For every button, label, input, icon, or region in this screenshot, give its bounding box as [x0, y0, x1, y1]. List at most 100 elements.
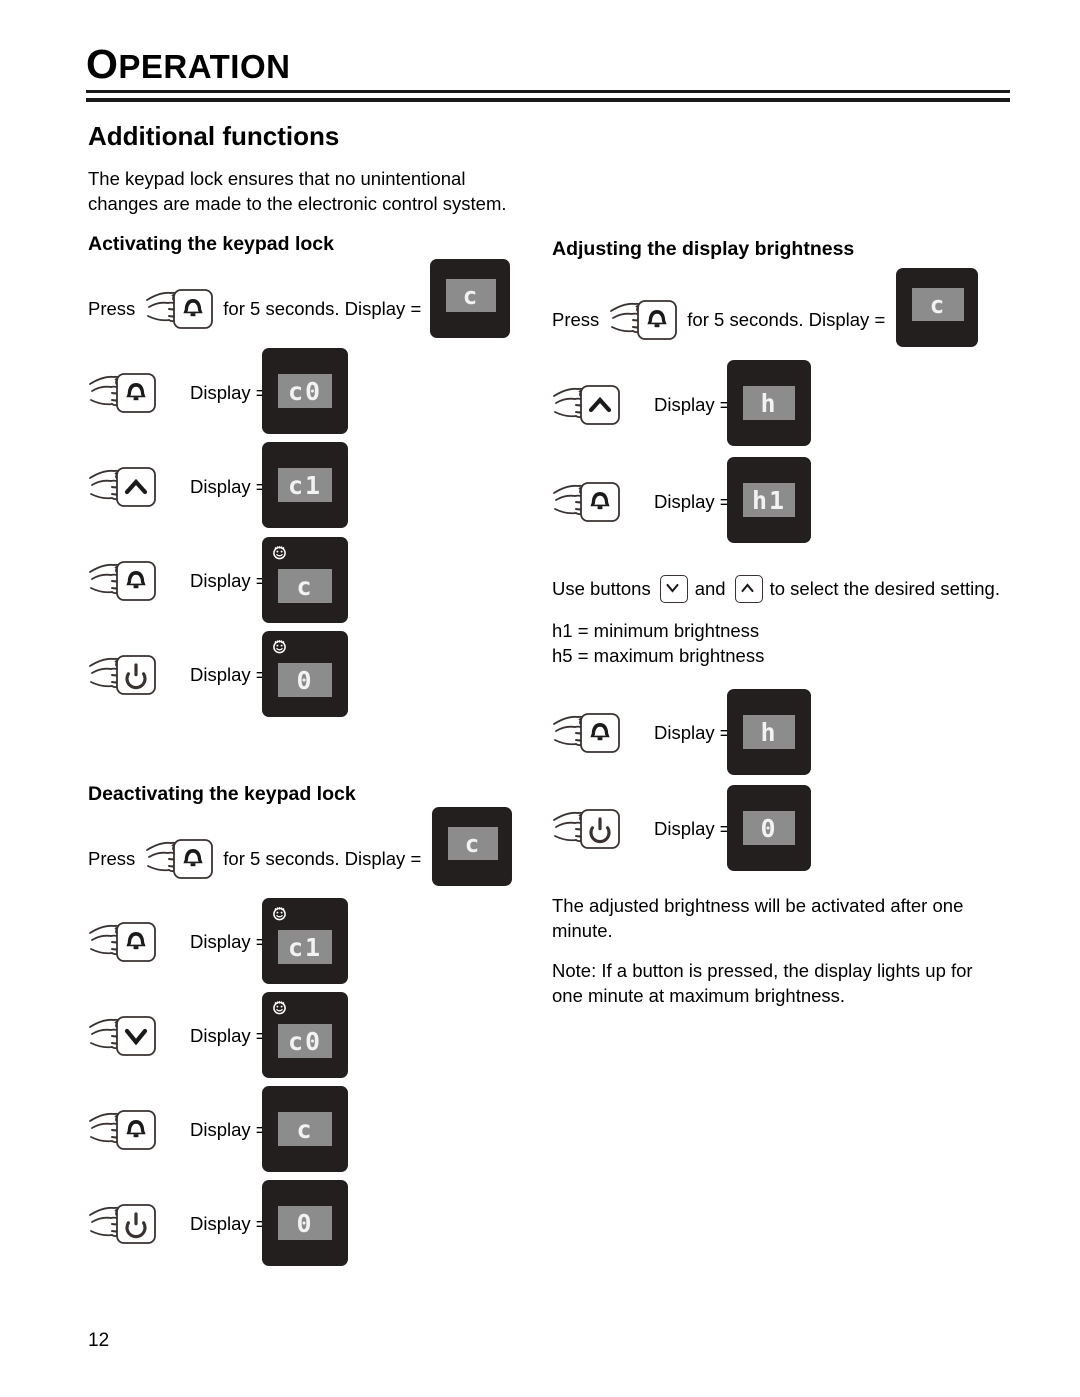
lcd-screen: c — [912, 288, 964, 321]
hand-press-chevron-up-icon[interactable] — [88, 464, 160, 510]
lcd-screen: h1 — [743, 483, 795, 517]
deactivating-press-row: Press for 5 seconds. Display = — [88, 836, 421, 882]
use-buttons-middle: and — [694, 577, 726, 599]
manual-page: OPERATION Additional functions The keypa… — [0, 0, 1080, 1397]
lcd-screen: c0 — [278, 374, 332, 408]
header-rule-bottom — [86, 98, 1010, 102]
activating-step-1: Display = — [88, 370, 267, 416]
lcd-value: c — [929, 290, 947, 319]
brightness-press-display: c — [896, 268, 978, 347]
hand-press-chevron-up-icon[interactable] — [552, 382, 624, 428]
hand-press-power-icon[interactable] — [552, 806, 624, 852]
brightness-step-2-display: h1 — [727, 457, 811, 543]
bell-icon — [89, 1110, 156, 1150]
step-label: Display = — [654, 722, 731, 743]
bell-icon — [553, 482, 620, 522]
deactivating-press-suffix: for 5 seconds. Display = — [223, 847, 422, 869]
brightness-step-1: Display = — [552, 382, 731, 428]
brightness-step-2: Display = — [552, 479, 731, 525]
chevron-down-icon — [89, 1016, 156, 1056]
step-label: Display = — [190, 931, 267, 952]
lcd-value: c1 — [287, 470, 323, 500]
deactivating-step-3-display: c — [262, 1086, 348, 1172]
activating-press-display: c — [430, 259, 510, 338]
activating-press-suffix: for 5 seconds. Display = — [223, 297, 422, 319]
lcd-value: c0 — [287, 1026, 323, 1056]
bell-icon — [146, 289, 214, 329]
hand-press-bell-icon[interactable] — [145, 836, 217, 882]
page-title: OPERATION — [86, 44, 290, 85]
lcd-value: c — [462, 281, 480, 310]
smiley-face-icon — [271, 638, 288, 655]
lcd-screen: c — [278, 1112, 332, 1146]
lcd-value: h — [760, 717, 778, 747]
hand-press-chevron-down-icon[interactable] — [88, 1013, 160, 1059]
hand-press-bell-icon[interactable] — [145, 286, 217, 332]
step-label: Display = — [190, 1025, 267, 1046]
step-label: Display = — [654, 491, 731, 512]
lcd-screen: c — [278, 569, 332, 603]
deactivating-step-1-display: c1 — [262, 898, 348, 984]
chevron-up-icon — [553, 385, 620, 425]
hand-press-power-icon[interactable] — [88, 1201, 160, 1247]
activating-step-1-display: c0 — [262, 348, 348, 434]
lcd-value: h — [760, 388, 778, 418]
brightness-step-4: Display = — [552, 806, 731, 852]
lcd-screen: c — [448, 827, 498, 860]
smiley-face-icon — [271, 544, 288, 561]
hand-press-bell-icon[interactable] — [88, 1107, 160, 1153]
bell-icon — [89, 373, 156, 413]
brightness-note-2: Note: If a button is pressed, the displa… — [552, 960, 973, 1006]
activating-press-prefix: Press — [88, 297, 136, 319]
header-rule-top — [86, 90, 1010, 93]
lcd-value: c — [296, 1114, 314, 1144]
lcd-value: h1 — [751, 485, 787, 515]
deactivating-press-display: c — [432, 807, 512, 886]
step-label: Display = — [190, 1213, 267, 1234]
hand-press-bell-icon[interactable] — [552, 479, 624, 525]
deactivating-step-2: Display = — [88, 1013, 267, 1059]
lcd-value: 0 — [760, 813, 778, 843]
page-title-first-letter: O — [86, 41, 119, 87]
bell-icon — [610, 300, 678, 340]
brightness-step-3: Display = — [552, 710, 731, 756]
chevron-up-key-button[interactable] — [734, 575, 763, 603]
use-buttons-row: Use buttons and to select the desired se… — [552, 575, 1000, 603]
chevron-up-icon — [89, 467, 156, 507]
smiley-face-icon — [271, 999, 288, 1016]
hand-press-bell-icon[interactable] — [88, 370, 160, 416]
activating-step-4: Display = — [88, 652, 267, 698]
brightness-note-1: The adjusted brightness will be activate… — [552, 895, 964, 941]
page-number: 12 — [88, 1330, 110, 1351]
smiley-face-icon — [271, 905, 288, 922]
brightness-press-suffix: for 5 seconds. Display = — [687, 308, 886, 330]
brightness-legend: h1 = minimum brightness h5 = maximum bri… — [552, 620, 765, 666]
hand-press-bell-icon[interactable] — [609, 297, 681, 343]
lcd-screen: c — [446, 279, 496, 312]
section-intro: The keypad lock ensures that no unintent… — [88, 168, 507, 214]
use-buttons-prefix: Use buttons — [552, 577, 651, 599]
step-label: Display = — [190, 1119, 267, 1140]
lcd-screen: h — [743, 386, 795, 420]
lcd-screen: c0 — [278, 1024, 332, 1058]
power-icon — [89, 1204, 156, 1244]
hand-press-bell-icon[interactable] — [88, 919, 160, 965]
brightness-heading: Adjusting the display brightness — [552, 238, 855, 260]
bell-icon — [553, 713, 620, 753]
deactivating-step-2-display: c0 — [262, 992, 348, 1078]
bell-icon — [146, 839, 214, 879]
hand-press-bell-icon[interactable] — [88, 558, 160, 604]
bell-icon — [89, 561, 156, 601]
deactivating-step-1: Display = — [88, 919, 267, 965]
lcd-screen: h — [743, 715, 795, 749]
deactivating-step-3: Display = — [88, 1107, 267, 1153]
page-title-rest: PERATION — [118, 48, 291, 85]
step-label: Display = — [190, 476, 267, 497]
hand-press-power-icon[interactable] — [88, 652, 160, 698]
deactivating-step-4: Display = — [88, 1201, 267, 1247]
activating-step-3: Display = — [88, 558, 267, 604]
step-label: Display = — [190, 664, 267, 685]
hand-press-bell-icon[interactable] — [552, 710, 624, 756]
activating-step-2: Display = — [88, 464, 267, 510]
chevron-down-key-button[interactable] — [659, 575, 688, 603]
